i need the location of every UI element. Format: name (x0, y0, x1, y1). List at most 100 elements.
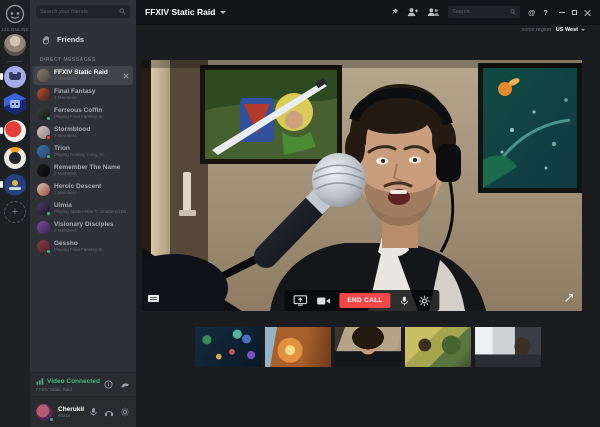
dm-name: Ulmia (54, 202, 126, 210)
unread-pip (0, 73, 3, 80)
server-icon-overwatch[interactable] (4, 147, 26, 169)
server-icon-red-orb[interactable] (4, 120, 26, 142)
dm-subtitle: Playing Final Fantasy XI (54, 247, 103, 253)
fullscreen-expand-icon[interactable] (564, 293, 574, 303)
dm-name: FFXIV Static Raid (54, 69, 108, 77)
screenshare-icon[interactable] (293, 295, 307, 306)
dm-list-item[interactable]: Heroic Descent 3 Members (33, 180, 133, 199)
search-icon (510, 9, 516, 15)
dm-list-item[interactable]: Trion Playing Donkey Kong, N… (33, 142, 133, 161)
add-server-button[interactable]: + (4, 201, 26, 223)
dm-subtitle: 2 Members (54, 171, 120, 177)
server-icon-navy-crest[interactable] (4, 174, 26, 196)
end-call-button[interactable]: END CALL (339, 293, 390, 308)
mute-mic-icon[interactable] (400, 295, 410, 307)
controller-icon (9, 74, 21, 80)
voice-region: voice region: US West (522, 27, 585, 33)
window-close-button[interactable] (584, 9, 591, 16)
header-search[interactable] (448, 6, 520, 18)
dm-list-item[interactable]: Ferreous Coffin Playing Final Fantasy XI (33, 104, 133, 123)
dm-list-item[interactable]: Visionary Disciples 3 Members (33, 218, 133, 237)
video-thumbnail-game-moba[interactable] (195, 327, 261, 367)
dm-list-item[interactable]: FFXIV Static Raid 3 Members (33, 66, 133, 85)
discord-home-button[interactable] (4, 3, 26, 25)
discriminator: #0214 (58, 413, 84, 418)
dm-subtitle: Playing Donkey Kong, N… (54, 152, 107, 158)
user-bar: Cherukiki #0214 (30, 397, 136, 427)
deafen-icon[interactable] (104, 407, 114, 417)
camera-icon[interactable] (316, 296, 330, 306)
sidebar-item-friends[interactable]: Friends (34, 31, 132, 48)
info-icon[interactable] (104, 380, 113, 389)
friends-search-input[interactable] (40, 9, 116, 15)
unread-pip (0, 127, 3, 134)
status-dot (46, 135, 51, 140)
video-thumbnail-room-webcam[interactable] (475, 327, 541, 367)
dm-list-item[interactable]: Final Fantasy 3 Members (33, 85, 133, 104)
online-count: 121 ONLINE (0, 27, 30, 32)
chevron-down-icon[interactable] (220, 11, 226, 14)
unread-pip (0, 181, 3, 188)
robot-icon (10, 100, 20, 108)
dm-avatar (37, 240, 50, 253)
dm-name: Heroic Descent (54, 183, 101, 191)
pin-icon[interactable] (390, 7, 399, 17)
video-watermark-badge (148, 295, 159, 302)
dm-avatar (37, 88, 50, 101)
add-friend-icon[interactable] (407, 7, 419, 17)
close-dm-icon[interactable] (123, 73, 129, 79)
friends-search[interactable] (36, 5, 130, 18)
dm-name: Visionary Disciples (54, 221, 114, 229)
rail-user-avatar[interactable] (4, 34, 26, 56)
dm-subtitle: 3 Members (54, 133, 90, 139)
mentions-icon[interactable]: @ (528, 8, 535, 17)
header-search-input[interactable] (452, 9, 507, 15)
dm-list: FFXIV Static Raid 3 Members Final Fantas… (33, 66, 133, 256)
dm-avatar (37, 183, 50, 196)
call-settings-gear-icon[interactable] (419, 295, 431, 307)
username: Cherukiki (58, 406, 84, 414)
video-thumbnail-game-orange[interactable] (265, 327, 331, 367)
dm-avatar (37, 221, 50, 234)
dm-subtitle: Playing Final Fantasy XI (54, 114, 103, 120)
dm-avatar (37, 164, 50, 177)
window-minimize-button[interactable] (559, 12, 565, 13)
channel-header: FFXIV Static Raid (136, 0, 600, 24)
group-members-icon[interactable] (427, 7, 440, 17)
settings-gear-icon[interactable] (120, 407, 130, 417)
online-status-dot (49, 417, 54, 422)
call-control-bar: END CALL (284, 290, 439, 311)
channel-title: FFXIV Static Raid (145, 7, 215, 17)
dm-list-item[interactable]: Stormblood 3 Members (33, 123, 133, 142)
video-thumbnail-game-yellow[interactable] (405, 327, 471, 367)
friends-label: Friends (57, 35, 84, 44)
window-maximize-button[interactable] (572, 10, 577, 15)
dm-avatar (37, 69, 50, 82)
dm-subtitle: 3 Members (54, 95, 96, 101)
dm-list-item[interactable]: Ulmia Playing Spider-Man™: Shattered Dim… (33, 199, 133, 218)
server-rail: 121 ONLINE + (0, 0, 30, 427)
dm-subtitle: 3 Members (54, 228, 114, 234)
dm-list-item[interactable]: Gessho Playing Final Fantasy XI (33, 237, 133, 256)
main-video-feed[interactable]: END CALL (142, 60, 582, 311)
dm-avatar (37, 126, 50, 139)
video-thumbnail-speaker-webcam[interactable] (335, 327, 401, 367)
dm-subtitle: 3 Members (54, 190, 101, 196)
dm-list-item[interactable]: Remember The Name 2 Members (33, 161, 133, 180)
dm-avatar (37, 202, 50, 215)
dm-sidebar: Friends DIRECT MESSAGES FFXIV Static Rai… (30, 0, 136, 427)
user-avatar[interactable] (36, 404, 53, 421)
rail-divider (7, 61, 23, 62)
help-icon[interactable]: ? (543, 8, 548, 17)
search-icon (119, 8, 126, 15)
signal-bars-icon (36, 377, 44, 385)
server-icon-hex-robot[interactable] (4, 93, 26, 115)
disconnect-call-icon[interactable] (120, 380, 130, 389)
dm-subtitle: Playing Spider-Man™: Shattered Dimen… (54, 209, 126, 215)
server-icon-game-controller[interactable] (4, 66, 26, 88)
connection-panel: Video Connected FFXIV Static Raid (30, 372, 136, 397)
chevron-down-icon[interactable] (581, 29, 585, 31)
voice-region-value: US West (556, 27, 578, 33)
mute-icon[interactable] (89, 407, 98, 417)
status-dot (46, 249, 51, 254)
